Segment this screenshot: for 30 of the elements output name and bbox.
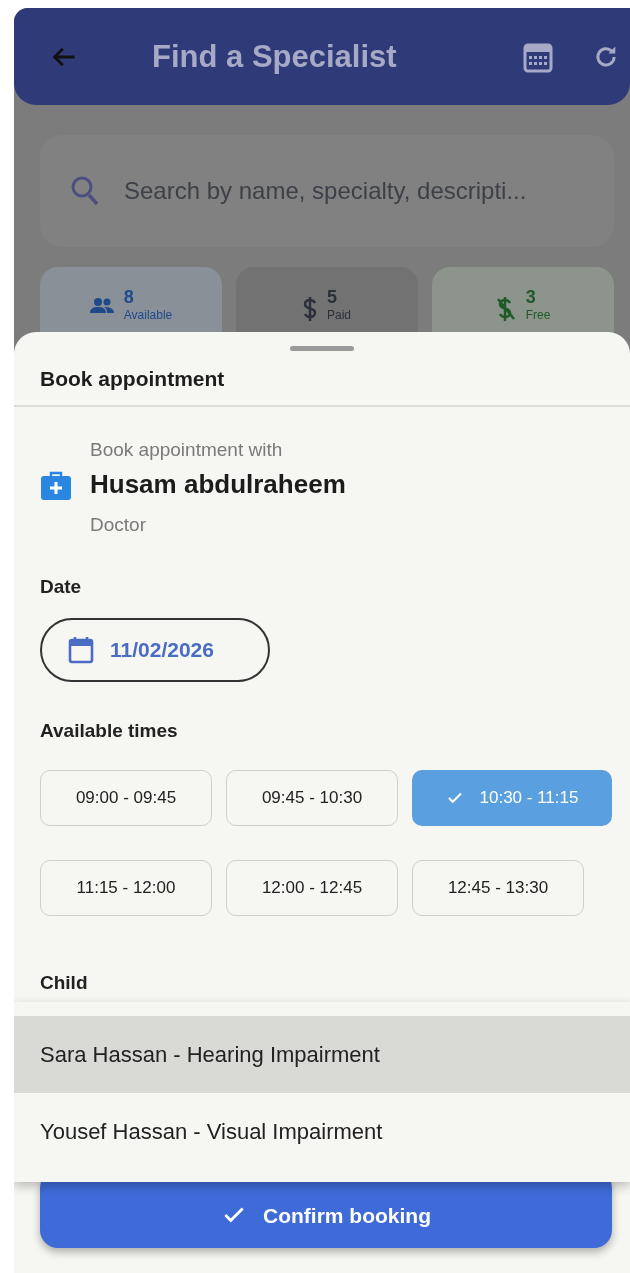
drag-handle[interactable] — [290, 346, 354, 351]
date-label: Date — [40, 576, 83, 598]
child-option[interactable]: Yousef Hassan - Visual Impairment — [14, 1093, 630, 1170]
provider-name: Husam abdulraheem — [90, 469, 346, 500]
times-label: Available times — [40, 720, 179, 742]
stat-count: 8 — [123, 287, 135, 308]
time-slot-chip[interactable]: 09:45 - 10:30 — [226, 770, 398, 826]
stat-label: Free — [525, 308, 551, 322]
search-icon — [70, 175, 100, 207]
sheet-title: Book appointment — [39, 366, 226, 392]
time-slot-chip[interactable]: 09:00 - 09:45 — [40, 770, 212, 826]
child-label: Child — [40, 972, 89, 994]
intro-text: Book appointment with — [90, 439, 284, 461]
stat-label: Paid — [327, 308, 351, 322]
stat-label: Available — [123, 308, 173, 322]
date-picker-button[interactable]: 11/02/2026 — [40, 618, 270, 682]
child-option[interactable]: Sara Hassan - Hearing Impairment — [14, 1016, 630, 1093]
search-input[interactable]: Search by name, specialty, descripti... — [122, 176, 584, 206]
stat-count: 5 — [327, 287, 338, 308]
medical-bag-icon — [40, 469, 72, 500]
provider-role: Doctor — [90, 514, 147, 536]
dollar-icon — [303, 297, 317, 321]
stat-count: 3 — [525, 287, 537, 308]
app-title: Find a Specialist — [152, 38, 398, 75]
time-slot-chip[interactable]: 12:45 - 13:30 — [412, 860, 584, 916]
time-slot-chip[interactable]: 11:15 - 12:00 — [40, 860, 212, 916]
time-slot-chip[interactable]: 12:00 - 12:45 — [226, 860, 398, 916]
crossed-dollar-icon — [495, 297, 516, 321]
calendar-icon — [68, 636, 94, 664]
people-icon — [89, 297, 114, 313]
